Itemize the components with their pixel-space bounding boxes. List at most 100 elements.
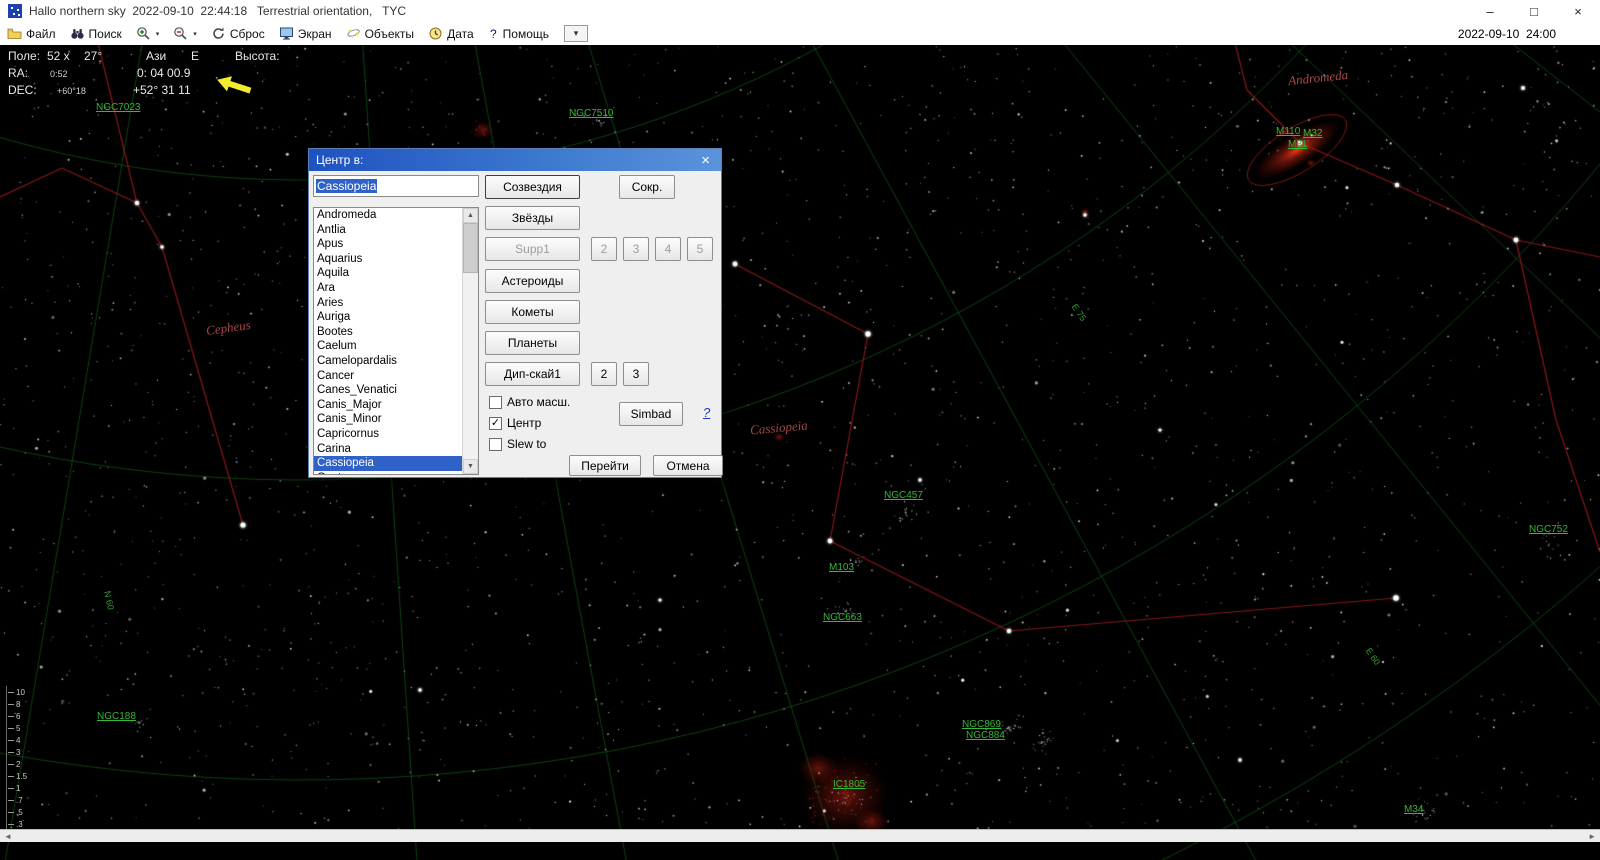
reset-icon [211,26,226,41]
zoom-scale-step-10[interactable]: 10 [8,686,27,698]
zoom-scale-step-4[interactable]: 4 [8,734,27,746]
list-item-canes-venatici[interactable]: Canes_Venatici [314,383,462,398]
scroll-right-icon[interactable]: ► [1584,832,1600,841]
list-item-camelopardalis[interactable]: Camelopardalis [314,354,462,369]
field-value-deg: 27° [84,49,103,63]
abbrev-button[interactable]: Сокр. [619,175,675,199]
search-input[interactable]: Cassiopeia [313,175,479,197]
dso-label-m110[interactable]: M110 [1276,126,1300,137]
dso-label-m32[interactable]: M32 [1303,128,1322,139]
dso-label-m34[interactable]: M34 [1404,804,1423,815]
scroll-up-button[interactable]: ▲ [463,208,478,223]
menu-item-search[interactable]: Поиск [63,22,129,45]
deepsky1-button[interactable]: Дип-скай1 [485,362,580,386]
list-item-aquila[interactable]: Aquila [314,266,462,281]
minimize-button[interactable]: – [1468,0,1512,22]
center-checkbox-box[interactable]: ✓ [489,416,502,430]
svg-text:?: ? [490,27,497,41]
dso-label-m103[interactable]: M103 [829,562,854,573]
zoom-scale-step-.5[interactable]: .5 [8,806,27,818]
zoom-scale-step-1[interactable]: 1 [8,782,27,794]
menu-item-objects[interactable]: Объекты [339,22,422,45]
list-item-aquarius[interactable]: Aquarius [314,252,462,267]
deepsky3-button[interactable]: 3 [623,362,649,386]
slew-to-checkbox[interactable]: Slew to [489,437,546,451]
menu-dropdown-button[interactable]: ▾ [564,25,588,42]
dso-label-m31[interactable]: M31 [1288,139,1307,150]
simbad-button[interactable]: Simbad [619,402,683,426]
listbox-scrollbar-thumb[interactable] [463,223,478,273]
zoom-scale-step-6[interactable]: 6 [8,710,27,722]
horizontal-scrollbar[interactable]: ◄ ► [0,829,1600,842]
list-item-andromeda[interactable]: Andromeda [314,208,462,223]
cancel-button[interactable]: Отмена [653,455,723,476]
dso-label-ngc884[interactable]: NGC884 [966,730,1005,741]
auto-scale-checkbox-box[interactable] [489,395,502,409]
dso-label-ngc188[interactable]: NGC188 [97,711,136,722]
fov-zoom-scale[interactable]: 10 8 6 5 4 3 2 1.5 1 .7 .5 .3 [6,686,27,830]
comets-button[interactable]: Кометы [485,300,580,324]
auto-scale-checkbox[interactable]: Авто масш. [489,395,570,409]
slew-to-checkbox-box[interactable] [489,437,502,451]
list-item-bootes[interactable]: Bootes [314,325,462,340]
list-item-canis-minor[interactable]: Canis_Minor [314,412,462,427]
dso-label-ngc869[interactable]: NGC869 [962,719,1001,730]
dso-label-ngc663[interactable]: NGC663 [823,612,862,623]
zoom-scale-step-2[interactable]: 2 [8,758,27,770]
dialog-titlebar[interactable]: Центр в: × [309,149,721,171]
zoom-scale-value: 8 [16,699,21,709]
stars-button[interactable]: Звёзды [485,206,580,230]
dialog-close-button[interactable]: × [697,153,714,168]
auto-scale-checkbox-label: Авто масш. [507,395,571,409]
direction-arrow-icon [217,76,252,94]
dso-label-ngc7023[interactable]: NGC7023 [96,102,140,113]
zoom-scale-step-3[interactable]: 3 [8,746,27,758]
listbox-scrollbar[interactable]: ▲ ▼ [462,208,478,474]
dso-label-ngc457[interactable]: NGC457 [884,490,923,501]
menubar-datetime: 2022-09-10 24:00 [1457,26,1556,41]
list-item-aries[interactable]: Aries [314,296,462,311]
maximize-button[interactable]: □ [1512,0,1556,22]
center-checkbox[interactable]: ✓ Центр [489,416,541,430]
list-item-carina[interactable]: Carina [314,442,462,457]
zoom-scale-step-1.5[interactable]: 1.5 [8,770,27,782]
tick-mark [8,739,14,741]
tick-mark [8,763,14,765]
list-item-auriga[interactable]: Auriga [314,310,462,325]
close-button[interactable]: × [1556,0,1600,22]
zoom-scale-step-8[interactable]: 8 [8,698,27,710]
menu-item-date[interactable]: Дата [421,22,481,45]
list-item-caelum[interactable]: Caelum [314,339,462,354]
scroll-left-icon[interactable]: ◄ [0,832,16,841]
go-button[interactable]: Перейти [569,455,641,476]
list-item-apus[interactable]: Apus [314,237,462,252]
list-item-capricornus[interactable]: Capricornus [314,427,462,442]
zoom-scale-step-.7[interactable]: .7 [8,794,27,806]
menu-item-zoom-out[interactable]: ▾ [166,22,204,45]
menu-item-reset[interactable]: Сброс [204,22,272,45]
supp2-button: 2 [591,237,617,261]
dso-label-ic1805[interactable]: IC1805 [833,779,865,790]
list-item-antlia[interactable]: Antlia [314,223,462,238]
list-item-centaurus[interactable]: Centaurus [314,471,462,474]
list-item-canis-major[interactable]: Canis_Major [314,398,462,413]
list-item-cancer[interactable]: Cancer [314,369,462,384]
menu-item-zoom-in[interactable]: ▾ [129,22,167,45]
deepsky2-button[interactable]: 2 [591,362,617,386]
menu-item-file[interactable]: Файл [0,22,63,45]
constellations-button[interactable]: Созвездия [485,175,580,199]
scroll-down-button[interactable]: ▼ [463,459,478,474]
asteroids-button[interactable]: Астероиды [485,269,580,293]
zoom-in-icon [136,26,151,41]
zoom-scale-step-5[interactable]: 5 [8,722,27,734]
list-item-cassiopeia[interactable]: Cassiopeia [314,456,462,471]
dso-label-ngc752[interactable]: NGC752 [1529,524,1568,535]
zoom-scale-value: .7 [16,795,23,805]
menu-item-help[interactable]: ? Помощь [481,22,556,45]
menu-item-screen[interactable]: Экран [272,22,339,45]
list-item-ara[interactable]: Ara [314,281,462,296]
planets-button[interactable]: Планеты [485,331,580,355]
dso-label-ngc7510[interactable]: NGC7510 [569,108,613,119]
window-title: Hallo northern sky 2022-09-10 22:44:18 T… [29,4,407,18]
help-link[interactable]: ? [703,405,710,420]
